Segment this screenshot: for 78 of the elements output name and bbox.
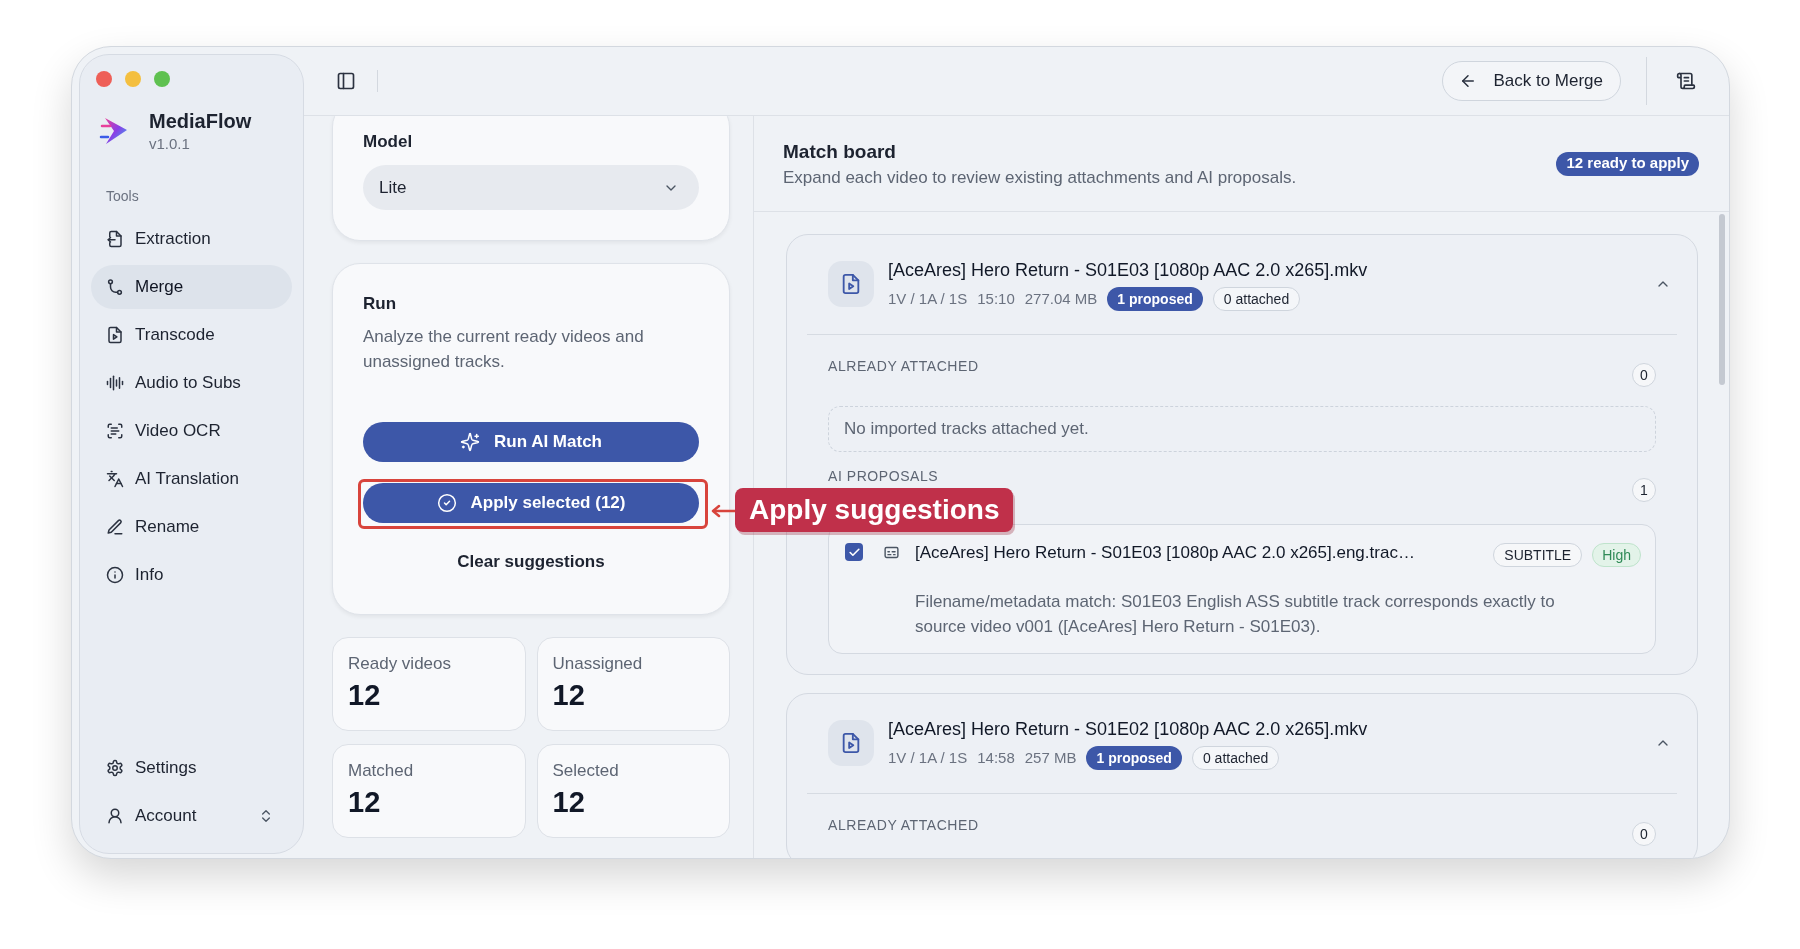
stat-value: 12 [552, 678, 585, 712]
stat-label: Matched [348, 760, 414, 782]
proposed-badge: 1 proposed [1107, 287, 1203, 311]
circle-check-icon [436, 493, 457, 513]
sidebar-item[interactable]: Info [91, 553, 292, 597]
primary-button[interactable]: Run AI Match [363, 422, 699, 462]
file-size: 257 MB [1024, 747, 1077, 768]
duration: 14:58 [977, 747, 1015, 768]
text-button[interactable]: Clear suggestions [457, 550, 605, 574]
section-label: Tools [106, 187, 139, 206]
sidebar-item[interactable]: Video OCR [91, 409, 292, 453]
section-label: AI PROPOSALS [828, 468, 939, 484]
scroll-icon[interactable] [1676, 71, 1696, 91]
stat-label: Unassigned [552, 653, 643, 675]
sidebar-item[interactable]: Settings [91, 746, 292, 790]
stat-value: 12 [552, 785, 585, 819]
audio-wave-icon [106, 374, 124, 392]
callout-label: Apply suggestions [735, 488, 1014, 532]
stat-value: 12 [348, 678, 381, 712]
sidebar-item[interactable]: Rename [91, 505, 292, 549]
back-button[interactable]: Back to Merge [1442, 61, 1621, 101]
proposed-badge: 1 proposed [1086, 746, 1182, 770]
section-label: ALREADY ATTACHED [828, 816, 979, 835]
file-size: 277.04 MB [1024, 288, 1098, 309]
user-icon [106, 807, 124, 825]
board-title: Match board [783, 139, 896, 164]
model-select[interactable]: Lite [363, 165, 699, 210]
sidebar-item[interactable]: Account [91, 794, 292, 838]
track-counts: 1V / 1A / 1S [888, 747, 968, 768]
checkbox[interactable] [845, 543, 863, 561]
stat-value: 12 [348, 785, 381, 819]
duration: 15:10 [977, 288, 1015, 309]
sparkle-icon [460, 432, 480, 452]
track-counts: 1V / 1A / 1S [888, 288, 968, 309]
count-badge: 0 [1632, 822, 1656, 846]
file-arrow-icon [106, 230, 124, 248]
attached-badge: 0 attached [1191, 746, 1280, 770]
check-icon [847, 545, 861, 559]
track-title: [AceAres] Hero Return - S01E03 [1080p AAC 2.0 x265].eng.trac… [915, 542, 1415, 564]
attached-badge: 0 attached [1212, 287, 1301, 311]
stat-label: Selected [552, 760, 619, 782]
sidebar-item[interactable]: Audio to Subs [91, 361, 292, 405]
field-label: Model [363, 131, 413, 153]
status-badge: 12 ready to apply [1556, 151, 1699, 176]
card-title: Run [363, 293, 397, 315]
count-badge: 1 [1632, 478, 1656, 502]
sidebar-item[interactable]: Transcode [91, 313, 292, 357]
info-icon [106, 566, 124, 584]
match-reason: Filename/metadata match: S01E03 English ASS subtitle track corresponds exactly to source video v001 ([AceAres] Hero Return - S01E03). [915, 591, 1555, 638]
app-name: MediaFlow [149, 109, 252, 133]
pencil-icon [106, 518, 124, 536]
video-title: [AceAres] Hero Return - S01E03 [1080p AAC 2.0 x265].mkv [888, 259, 1368, 282]
sidebar-item[interactable]: AI Translation [91, 457, 292, 501]
translate-icon [106, 470, 124, 488]
video-title: [AceAres] Hero Return - S01E02 [1080p AAC 2.0 x265].mkv [888, 718, 1368, 741]
sidebar-toggle-icon[interactable] [336, 71, 356, 91]
stat-label: Ready videos [348, 653, 451, 675]
confidence-badge: High [1592, 543, 1641, 567]
file-play-icon [828, 261, 874, 307]
app-version: v1.0.1 [149, 134, 191, 153]
callout-arrow [711, 504, 737, 518]
empty-state-message: No imported tracks attached yet. [828, 406, 1656, 452]
card-description: Analyze the current ready videos and unassigned tracks. [363, 326, 645, 373]
branch-icon [106, 278, 124, 296]
sidebar-item[interactable]: Merge [91, 265, 292, 309]
scrollbar-thumb[interactable] [1719, 214, 1725, 385]
subtitles-icon [883, 544, 900, 561]
scan-text-icon [106, 422, 124, 440]
settings-icon [106, 759, 124, 777]
count-badge: 0 [1632, 363, 1656, 387]
board-subtitle: Expand each video to review existing attachments and AI proposals. [783, 166, 1297, 189]
sidebar-item[interactable]: Extraction [91, 217, 292, 261]
primary-button[interactable]: Apply selected (12) [363, 483, 699, 523]
section-label: ALREADY ATTACHED [828, 357, 979, 376]
close-button[interactable] [96, 71, 112, 87]
file-play-icon [828, 720, 874, 766]
track-type-badge: SUBTITLE [1493, 543, 1583, 567]
file-play-icon [106, 326, 124, 344]
